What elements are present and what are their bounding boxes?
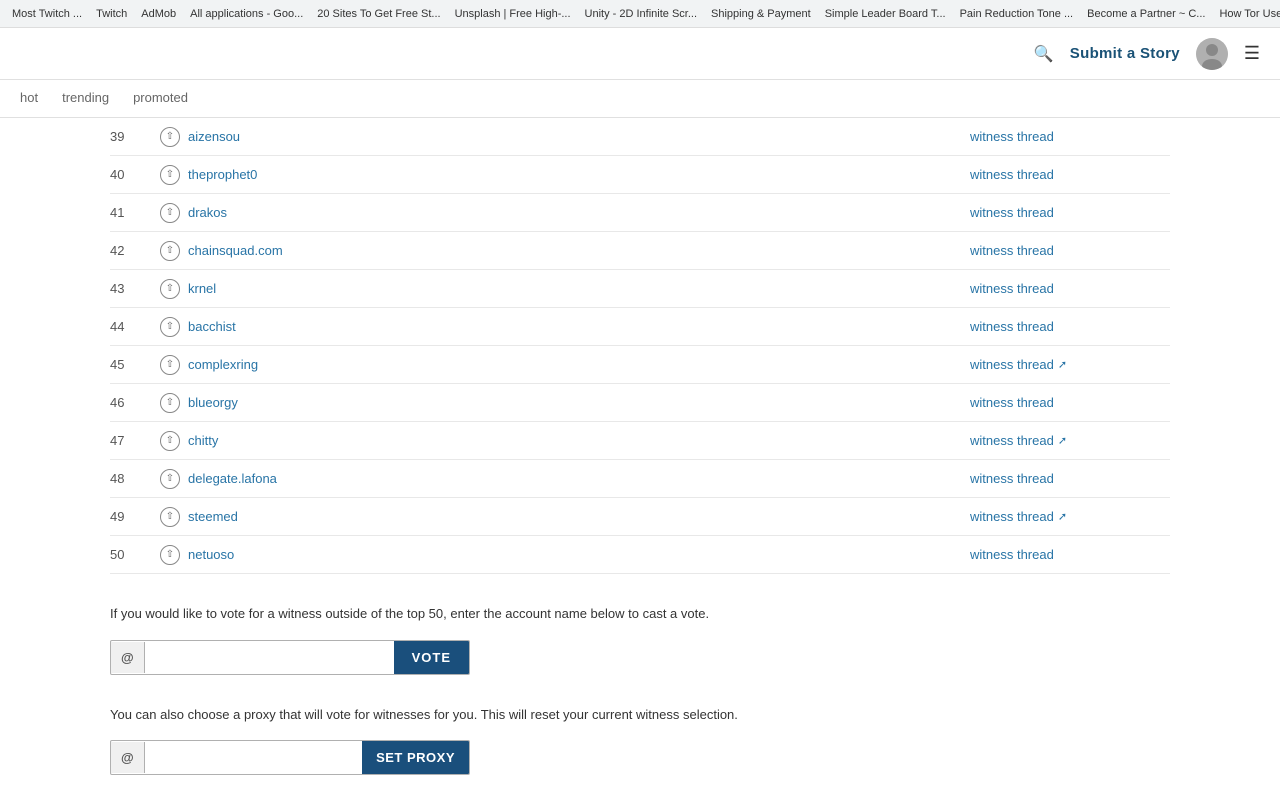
row-number: 49	[110, 509, 160, 524]
set-proxy-button[interactable]: SET PROXY	[362, 741, 469, 774]
row-number: 46	[110, 395, 160, 410]
witness-thread-link[interactable]: witness thread	[970, 281, 1170, 296]
table-row: 43 ⇧ krnel witness thread	[110, 270, 1170, 308]
search-icon[interactable]: 🔍	[1034, 44, 1054, 64]
bookmark-5[interactable]: Unsplash | Free High-...	[451, 6, 575, 22]
witness-name[interactable]: bacchist	[188, 319, 970, 334]
witness-thread-link[interactable]: witness thread	[970, 205, 1170, 220]
upvote-icon[interactable]: ⇧	[160, 355, 180, 375]
table-row: 42 ⇧ chainsquad.com witness thread	[110, 232, 1170, 270]
row-number: 43	[110, 281, 160, 296]
witness-name[interactable]: delegate.lafona	[188, 471, 970, 486]
row-number: 41	[110, 205, 160, 220]
table-row: 49 ⇧ steemed witness thread ➚	[110, 498, 1170, 536]
bookmark-2[interactable]: AdMob	[137, 6, 180, 22]
upvote-icon[interactable]: ⇧	[160, 127, 180, 147]
witness-thread-link[interactable]: witness thread	[970, 167, 1170, 182]
proxy-input[interactable]	[145, 742, 362, 773]
witness-thread-link[interactable]: witness thread	[970, 547, 1170, 562]
bookmark-1[interactable]: Twitch	[92, 6, 131, 22]
upvote-icon[interactable]: ⇧	[160, 507, 180, 527]
tab-hot[interactable]: hot	[20, 80, 38, 117]
witness-thread-link[interactable]: witness thread	[970, 243, 1170, 258]
witness-name[interactable]: theprophet0	[188, 167, 970, 182]
bookmark-9[interactable]: Pain Reduction Tone ...	[956, 6, 1078, 22]
row-number: 48	[110, 471, 160, 486]
avatar[interactable]	[1196, 38, 1228, 70]
row-number: 45	[110, 357, 160, 372]
witness-thread-link[interactable]: witness thread ➚	[970, 509, 1170, 524]
tab-promoted[interactable]: promoted	[133, 80, 188, 117]
tab-trending[interactable]: trending	[62, 80, 109, 117]
upvote-icon[interactable]: ⇧	[160, 317, 180, 337]
bookmark-4[interactable]: 20 Sites To Get Free St...	[313, 6, 444, 22]
vote-button[interactable]: VOTE	[394, 641, 469, 674]
witness-thread-link[interactable]: witness thread	[970, 129, 1170, 144]
table-row: 41 ⇧ drakos witness thread	[110, 194, 1170, 232]
witness-name[interactable]: netuoso	[188, 547, 970, 562]
external-link-icon: ➚	[1058, 510, 1067, 523]
witness-table: 39 ⇧ aizensou witness thread 40 ⇧ thepro…	[90, 118, 1190, 574]
submit-story-button[interactable]: Submit a Story	[1070, 45, 1180, 62]
table-row: 40 ⇧ theprophet0 witness thread	[110, 156, 1170, 194]
table-row: 44 ⇧ bacchist witness thread	[110, 308, 1170, 346]
witness-thread-link[interactable]: witness thread ➚	[970, 433, 1170, 448]
proxy-at-symbol: @	[111, 742, 145, 773]
vote-input[interactable]	[145, 642, 394, 673]
bookmark-8[interactable]: Simple Leader Board T...	[821, 6, 950, 22]
row-number: 39	[110, 129, 160, 144]
proxy-section: You can also choose a proxy that will vo…	[110, 705, 1170, 776]
row-number: 44	[110, 319, 160, 334]
menu-icon[interactable]: ☰	[1244, 43, 1260, 64]
witness-thread-link[interactable]: witness thread	[970, 395, 1170, 410]
row-number: 47	[110, 433, 160, 448]
bookmark-6[interactable]: Unity - 2D Infinite Scr...	[581, 6, 701, 22]
bookmark-7[interactable]: Shipping & Payment	[707, 6, 815, 22]
site-header: 🔍 Submit a Story ☰	[0, 28, 1280, 80]
upvote-icon[interactable]: ⇧	[160, 545, 180, 565]
witness-name[interactable]: chainsquad.com	[188, 243, 970, 258]
external-link-icon: ➚	[1058, 358, 1067, 371]
vote-info-text: If you would like to vote for a witness …	[110, 604, 1170, 624]
witness-thread-link[interactable]: witness thread	[970, 471, 1170, 486]
witness-name[interactable]: aizensou	[188, 129, 970, 144]
row-number: 42	[110, 243, 160, 258]
bookmark-0[interactable]: Most Twitch ...	[8, 6, 86, 22]
bookmarks-bar: Most Twitch ... Twitch AdMob All applica…	[0, 0, 1280, 28]
bookmark-11[interactable]: How Tor Users Got Ca...	[1215, 6, 1280, 22]
witness-thread-link[interactable]: witness thread	[970, 319, 1170, 334]
table-row: 45 ⇧ complexring witness thread ➚	[110, 346, 1170, 384]
vote-form: @ VOTE	[110, 640, 470, 675]
upvote-icon[interactable]: ⇧	[160, 279, 180, 299]
bookmark-3[interactable]: All applications - Goo...	[186, 6, 307, 22]
table-row: 39 ⇧ aizensou witness thread	[110, 118, 1170, 156]
upvote-icon[interactable]: ⇧	[160, 241, 180, 261]
proxy-info-text: You can also choose a proxy that will vo…	[110, 705, 1170, 725]
upvote-icon[interactable]: ⇧	[160, 431, 180, 451]
upvote-icon[interactable]: ⇧	[160, 393, 180, 413]
table-row: 48 ⇧ delegate.lafona witness thread	[110, 460, 1170, 498]
witness-name[interactable]: complexring	[188, 357, 970, 372]
bookmark-10[interactable]: Become a Partner ~ C...	[1083, 6, 1209, 22]
row-number: 50	[110, 547, 160, 562]
witness-name[interactable]: blueorgy	[188, 395, 970, 410]
witness-name[interactable]: chitty	[188, 433, 970, 448]
witness-name[interactable]: krnel	[188, 281, 970, 296]
witness-name[interactable]: steemed	[188, 509, 970, 524]
nav-tabs: hot trending promoted	[0, 80, 1280, 118]
table-row: 50 ⇧ netuoso witness thread	[110, 536, 1170, 574]
proxy-form: @ SET PROXY	[110, 740, 470, 775]
table-row: 46 ⇧ blueorgy witness thread	[110, 384, 1170, 422]
upvote-icon[interactable]: ⇧	[160, 203, 180, 223]
row-number: 40	[110, 167, 160, 182]
witness-thread-link[interactable]: witness thread ➚	[970, 357, 1170, 372]
vote-section: If you would like to vote for a witness …	[90, 574, 1190, 803]
at-symbol: @	[111, 642, 145, 673]
witness-name[interactable]: drakos	[188, 205, 970, 220]
upvote-icon[interactable]: ⇧	[160, 165, 180, 185]
external-link-icon: ➚	[1058, 434, 1067, 447]
upvote-icon[interactable]: ⇧	[160, 469, 180, 489]
table-row: 47 ⇧ chitty witness thread ➚	[110, 422, 1170, 460]
